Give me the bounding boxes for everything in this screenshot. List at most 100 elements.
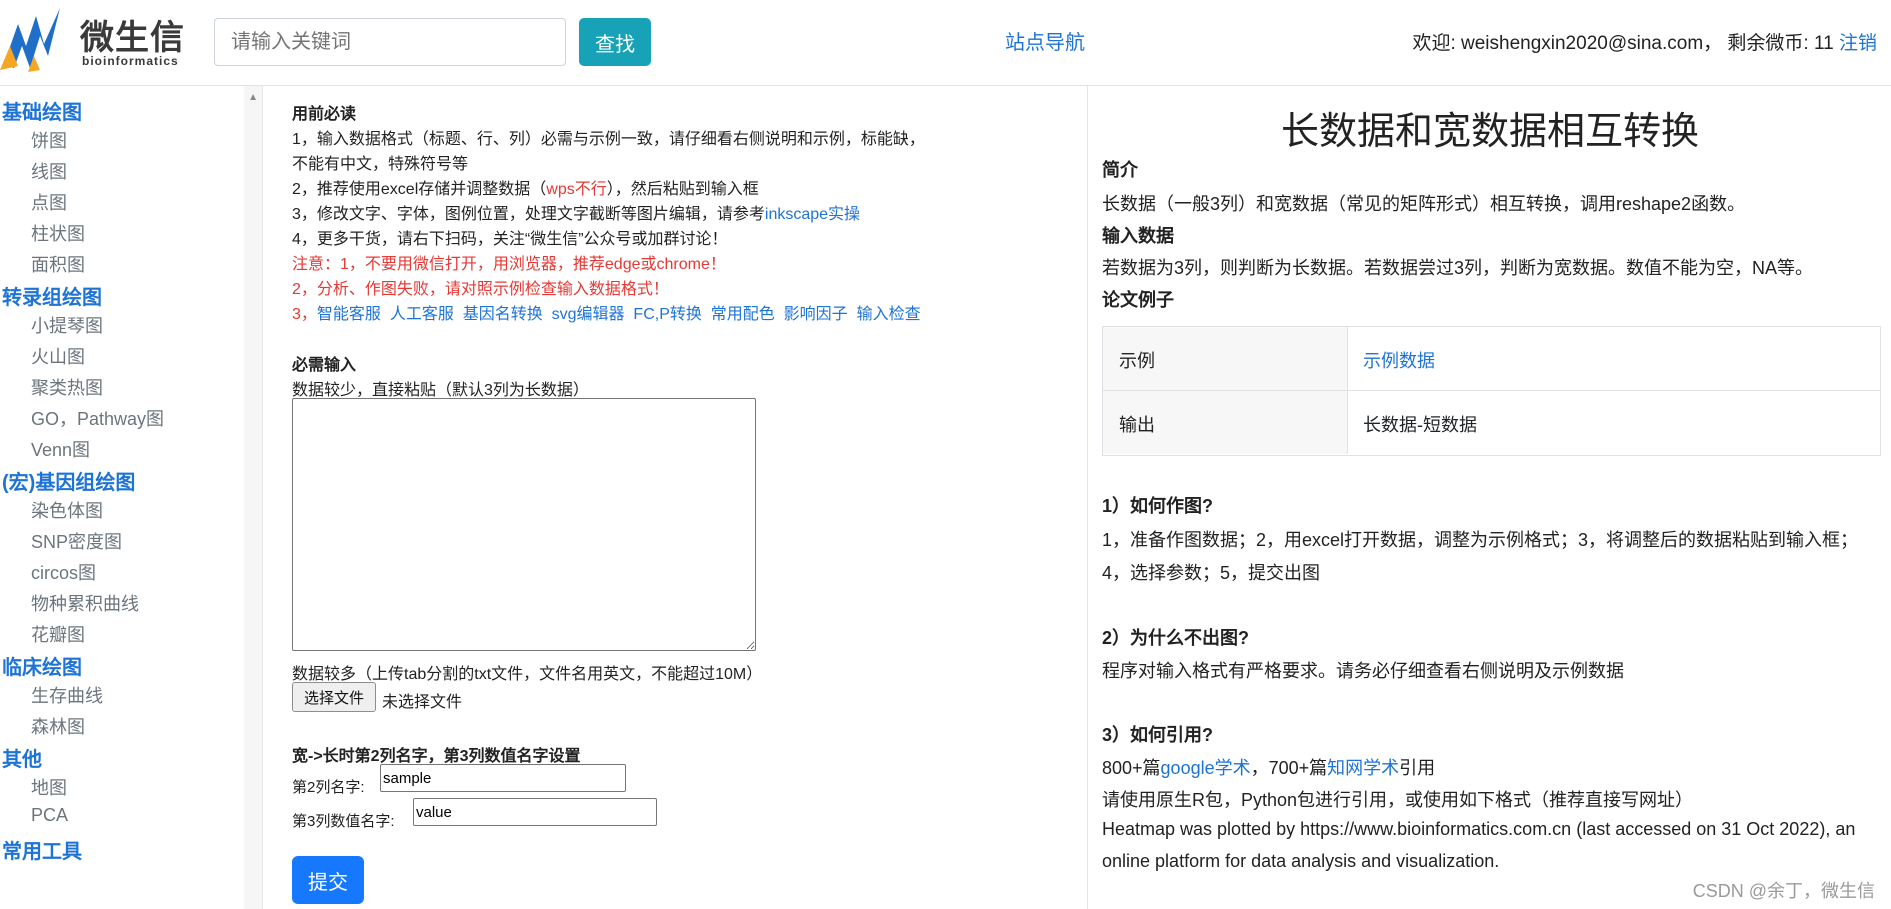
cnki-link[interactable]: 知网学术 (1327, 758, 1399, 778)
help-panel: 长数据和宽数据相互转换 简介 长数据（一般3列）和宽数据（常见的矩阵形式）相互转… (1087, 86, 1891, 909)
site-logo[interactable]: 微生信 bioinformatics (0, 4, 190, 74)
paste-hint: 数据较少，直接粘贴（默认3列为长数据） (292, 382, 589, 399)
link-input-check[interactable]: 输入检查 (857, 306, 921, 323)
notice-line-2-pre: 2，推荐使用excel存储并调整数据（ (292, 181, 547, 198)
sidebar-item[interactable]: 森林图 (31, 713, 85, 739)
faq-3-heading: 3）如何引用? (1102, 725, 1214, 745)
no-file-label: 未选择文件 (382, 694, 463, 711)
sidebar-item[interactable]: SNP密度图 (31, 528, 122, 554)
notice-line-3-pre: 3，修改文字、字体，图例位置，处理文字截断等图片编辑，请参考 (292, 206, 765, 223)
citation-suffix: 引用 (1399, 758, 1436, 778)
choose-file-button[interactable]: 选择文件 (292, 682, 376, 712)
logout-link[interactable]: 注销 (1839, 33, 1877, 54)
link-smart-service[interactable]: 智能客服 (317, 306, 381, 323)
output-value: 长数据-短数据 (1363, 415, 1477, 435)
link-colors[interactable]: 常用配色 (711, 306, 775, 323)
faq-1-line-2: 4，选择参数；5，提交出图 (1102, 563, 1321, 583)
sidebar-category-other[interactable]: 其他 (2, 743, 42, 772)
data-textarea[interactable] (292, 398, 756, 651)
sidebar-category-basic[interactable]: 基础绘图 (2, 96, 82, 125)
notice-line-1a: 1，输入数据格式（标题、行、列）必需与示例一致，请仔细看右侧说明和示例，标能缺， (292, 131, 925, 148)
link-impact-factor[interactable]: 影响因子 (784, 306, 848, 323)
intro-heading: 简介 (1102, 160, 1138, 180)
input-heading: 输入数据 (1102, 226, 1174, 246)
sidebar-item[interactable]: Venn图 (31, 436, 90, 462)
sidebar-item[interactable]: 聚类热图 (31, 374, 103, 400)
link-human-service[interactable]: 人工客服 (390, 306, 454, 323)
welcome-text: 欢迎: weishengxin2020@sina.com， 剩余微币: 11 (1412, 33, 1839, 54)
sidebar-item[interactable]: 饼图 (31, 127, 67, 153)
faq-2-heading: 2）为什么不出图? (1102, 628, 1250, 648)
sidebar-item[interactable]: GO，Pathway图 (31, 405, 164, 431)
scroll-up-icon[interactable]: ▲ (248, 92, 258, 103)
notice-title: 用前必读 (292, 106, 357, 123)
citation-count-2: ，700+篇 (1250, 758, 1328, 778)
col2-name-input[interactable] (380, 764, 626, 792)
sidebar-item[interactable]: 染色体图 (31, 497, 103, 523)
intro-text: 长数据（一般3列）和宽数据（常见的矩阵形式）相互转换，调用reshape2函数。 (1102, 194, 1746, 214)
sidebar-item[interactable]: 火山图 (31, 343, 85, 369)
example-data-link[interactable]: 示例数据 (1363, 347, 1435, 373)
notice-line-4: 4，更多干货，请右下扫码，关注“微生信”公众号或加群讨论！ (292, 231, 728, 248)
table-key-cell: 示例 (1103, 327, 1348, 390)
faq-3-line-4: online platform for data analysis and vi… (1102, 851, 1500, 871)
sidebar-item[interactable]: 物种累积曲线 (31, 590, 139, 616)
link-fcp[interactable]: FC,P转换 (633, 306, 701, 323)
sidebar-item[interactable]: 线图 (31, 158, 67, 184)
sidebar-item[interactable]: 生存曲线 (31, 682, 103, 708)
search-button[interactable]: 查找 (579, 18, 651, 66)
sidebar-item[interactable]: 柱状图 (31, 220, 85, 246)
sidebar-category-clinical[interactable]: 临床绘图 (2, 651, 82, 680)
col2-label: 第2列名字: (292, 779, 365, 796)
example-table: 示例 示例数据 输出 长数据-短数据 (1102, 326, 1881, 456)
table-key: 示例 (1119, 351, 1155, 371)
sidebar-item[interactable]: 面积图 (31, 251, 85, 277)
inkscape-link[interactable]: inkscape实操 (765, 206, 860, 223)
input-text: 若数据为3列，则判断为长数据。若数据尝过3列，判断为宽数据。数值不能为空，NA等… (1102, 258, 1814, 278)
required-input-title: 必需输入 (292, 357, 357, 374)
upload-hint: 数据较多（上传tab分割的txt文件，文件名用英文，不能超过10M） (292, 666, 763, 683)
welcome-bar: 欢迎: weishengxin2020@sina.com， 剩余微币: 11 注… (1412, 28, 1877, 55)
site-nav-link[interactable]: 站点导航 (1005, 26, 1085, 55)
logo-text-cn: 微生信 (80, 19, 185, 57)
faq-3-line-1: 800+篇google学术，700+篇知网学术引用 (1102, 754, 1435, 780)
sidebar-category-transcriptome[interactable]: 转录组绘图 (2, 281, 102, 310)
quick-links-prefix: 3， (292, 306, 317, 323)
quick-links: 3，智能客服 人工客服 基因名转换 svg编辑器 FC,P转换 常用配色 影响因… (292, 300, 921, 324)
faq-1-heading: 1）如何作图? (1102, 496, 1214, 516)
sidebar-scrollbar[interactable]: ▲ (244, 86, 262, 909)
link-svg-editor[interactable]: svg编辑器 (552, 306, 625, 323)
table-key-cell: 输出 (1103, 391, 1348, 454)
sidebar-category-tools[interactable]: 常用工具 (2, 835, 82, 864)
submit-button[interactable]: 提交 (292, 856, 364, 904)
logo-text-en: bioinformatics (82, 54, 179, 68)
notice-line-2-post: ），然后粘贴到输入框 (606, 181, 759, 198)
sidebar-category-genome[interactable]: (宏)基因组绘图 (2, 466, 135, 495)
sidebar-item[interactable]: 小提琴图 (31, 312, 103, 338)
search-input[interactable] (214, 18, 566, 66)
faq-3-line-3: Heatmap was plotted by https://www.bioin… (1102, 819, 1856, 839)
faq-1-line-1: 1，准备作图数据；2，用excel打开数据，调整为示例格式；3，将调整后的数据粘… (1102, 530, 1859, 550)
csdn-watermark: CSDN @余丁，微生信 (1692, 881, 1875, 901)
citation-count-1: 800+篇 (1102, 758, 1161, 778)
link-gene-name[interactable]: 基因名转换 (463, 306, 543, 323)
col3-name-input[interactable] (413, 798, 657, 826)
sidebar-item[interactable]: 花瓣图 (31, 621, 85, 647)
google-scholar-link[interactable]: google学术 (1161, 758, 1251, 778)
faq-2-text: 程序对输入格式有严格要求。请务必仔细查看右侧说明及示例数据 (1102, 661, 1624, 681)
page-title: 长数据和宽数据相互转换 (1280, 111, 1699, 153)
table-row: 示例 示例数据 (1103, 327, 1880, 391)
notice-line-1b: 不能有中文，特殊符号等 (292, 156, 469, 173)
notice-line-2: 2，推荐使用excel存储并调整数据（wps不行），然后粘贴到输入框 (292, 175, 759, 199)
warning-line-1: 注意：1，不要用微信打开，用浏览器，推荐edge或chrome！ (292, 256, 726, 273)
sidebar: ▲ 基础绘图 饼图 线图 点图 柱状图 面积图 转录组绘图 小提琴图 火山图 聚… (0, 86, 263, 909)
table-key: 输出 (1119, 415, 1155, 435)
logo-mark-icon (0, 8, 60, 72)
sidebar-item[interactable]: circos图 (31, 559, 96, 585)
faq-3-line-2: 请使用原生R包，Python包进行引用，或使用如下格式（推荐直接写网址） (1102, 790, 1694, 810)
sidebar-item[interactable]: PCA (31, 805, 68, 826)
sidebar-item[interactable]: 地图 (31, 774, 67, 800)
paper-heading: 论文例子 (1102, 290, 1174, 310)
notice-line-2-red: wps不行 (546, 181, 607, 198)
sidebar-item[interactable]: 点图 (31, 189, 67, 215)
